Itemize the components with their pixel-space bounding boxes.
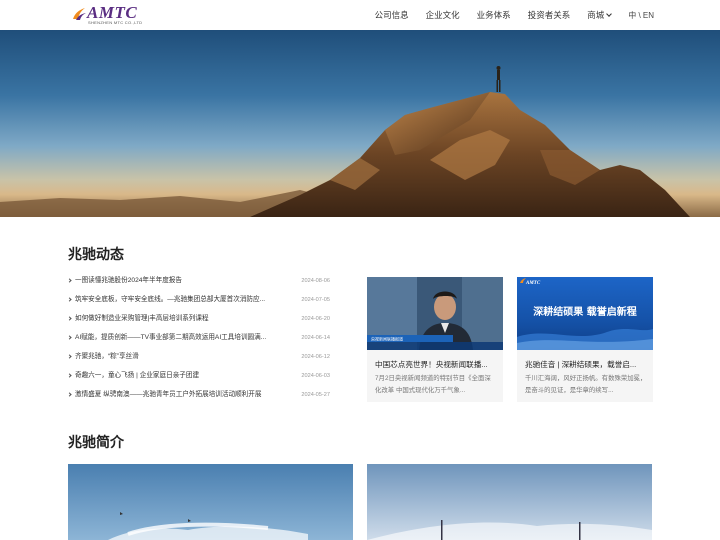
news-date: 2024-06-20 bbox=[301, 316, 330, 322]
intro-image-left[interactable] bbox=[68, 464, 353, 540]
intro-image-right[interactable] bbox=[367, 464, 652, 540]
list-item[interactable]: 如何做好制造业采购管理|丰高层培训系列课程 2024-06-20 bbox=[67, 314, 330, 333]
sky-architecture-photo bbox=[367, 464, 652, 540]
logo-flame-icon bbox=[73, 8, 86, 20]
news-title: 齐聚兆驰，“粽”享丝滑 bbox=[75, 353, 139, 360]
news-card-cctv[interactable]: 央视新闻联播报道 中国芯点亮世界！央视新闻联播... 7月2日央视新闻频道的特别… bbox=[367, 277, 503, 402]
chevron-right-icon bbox=[67, 278, 72, 283]
news-card-award[interactable]: AMTC 深耕结硕果 载誉启新程 兆驰佳音 | 深耕结硕果，载誉启... 千川汇… bbox=[517, 277, 653, 402]
chevron-right-icon bbox=[67, 316, 72, 321]
thumb-logo: AMTC bbox=[525, 281, 541, 286]
sky-skywriting-photo bbox=[68, 464, 353, 540]
news-title: 奇趣六一，童心飞扬 | 企业家庭日亲子团建 bbox=[75, 372, 200, 379]
news-card-title: 中国芯点亮世界！央视新闻联播... bbox=[375, 360, 488, 369]
hiker-figure bbox=[497, 70, 500, 80]
list-item[interactable]: AI赋能，提质创新——TV事业部第二期高效运用AI工具培训圆满... 2024-0… bbox=[67, 333, 330, 352]
hero-banner bbox=[0, 30, 720, 217]
nav-mall[interactable]: 商城 bbox=[587, 9, 613, 21]
news-date: 2024-06-12 bbox=[301, 354, 330, 360]
news-list: 一图读懂兆驰股份2024年半年度报告 2024-08-06 筑牢安全底板，守牢安全… bbox=[67, 276, 330, 409]
site-header: AMTC SHENZHEN MTC CO.,LTD 公司信息 企业文化 业务体系… bbox=[0, 0, 720, 30]
nav-investor[interactable]: 投资者关系 bbox=[528, 9, 571, 21]
mountain-summit-image bbox=[0, 66, 690, 217]
news-date: 2024-06-14 bbox=[301, 335, 330, 341]
interview-photo: 央视新闻联播报道 bbox=[367, 277, 503, 350]
chevron-right-icon bbox=[67, 392, 72, 397]
news-card-desc: 千川汇海阔，风好正扬帆。有数殊荣加冕，是奋斗的见证，是华章的续写... bbox=[525, 375, 647, 394]
thumb-headline: 深耕结硕果 载誉启新程 bbox=[533, 305, 636, 318]
language-switch[interactable]: 中 \ EN bbox=[628, 10, 654, 21]
chevron-right-icon bbox=[67, 335, 72, 340]
news-card-thumbnail: 央视新闻联播报道 bbox=[367, 277, 503, 350]
nav-business[interactable]: 业务体系 bbox=[477, 9, 511, 21]
list-item[interactable]: 筑牢安全底板，守牢安全底线。—兆驰集团总部大厦首次消防应... 2024-07-0… bbox=[67, 295, 330, 314]
news-date: 2024-06-03 bbox=[301, 373, 330, 379]
news-date: 2024-05-27 bbox=[301, 392, 330, 398]
chevron-down-icon bbox=[606, 11, 613, 17]
chevron-right-icon bbox=[67, 354, 72, 359]
chevron-right-icon bbox=[67, 373, 72, 378]
company-logo[interactable]: AMTC SHENZHEN MTC CO.,LTD bbox=[70, 3, 160, 26]
list-item[interactable]: 激情盛夏 纵骋南澳——兆驰青年员工户外拓展培训活动顺利开展 2024-05-27 bbox=[67, 390, 330, 409]
list-item[interactable]: 一图读懂兆驰股份2024年半年度报告 2024-08-06 bbox=[67, 276, 330, 295]
logo-subtitle: SHENZHEN MTC CO.,LTD bbox=[88, 20, 143, 25]
main-nav: 公司信息 企业文化 业务体系 投资者关系 商城 中 \ EN bbox=[358, 0, 654, 30]
nav-culture[interactable]: 企业文化 bbox=[426, 9, 460, 21]
news-date: 2024-07-05 bbox=[301, 297, 330, 303]
news-title: AI赋能，提质创新——TV事业部第二期高效运用AI工具培训圆满... bbox=[75, 334, 267, 341]
news-card-title: 兆驰佳音 | 深耕结硕果，载誉启... bbox=[525, 360, 637, 369]
award-banner-graphic: AMTC 深耕结硕果 载誉启新程 bbox=[517, 278, 653, 350]
chevron-right-icon bbox=[67, 297, 72, 302]
news-title: 筑牢安全底板，守牢安全底线。—兆驰集团总部大厦首次消防应... bbox=[75, 296, 266, 303]
intro-section-title: 兆驰简介 bbox=[68, 434, 124, 450]
news-card-thumbnail: AMTC 深耕结硕果 载誉启新程 bbox=[517, 277, 653, 350]
news-date: 2024-08-06 bbox=[301, 278, 330, 284]
news-title: 激情盛夏 纵骋南澳——兆驰青年员工户外拓展培训活动顺利开展 bbox=[75, 391, 262, 398]
news-title: 一图读懂兆驰股份2024年半年度报告 bbox=[75, 277, 182, 284]
nav-mall-label: 商城 bbox=[587, 10, 605, 20]
news-section-title: 兆驰动态 bbox=[68, 246, 124, 262]
nav-company-info[interactable]: 公司信息 bbox=[375, 9, 409, 21]
list-item[interactable]: 奇趣六一，童心飞扬 | 企业家庭日亲子团建 2024-06-03 bbox=[67, 371, 330, 390]
news-card-desc: 7月2日央视新闻频道的特别节目《全面深化改革 中国式现代化万千气象... bbox=[375, 375, 491, 394]
list-item[interactable]: 齐聚兆驰，“粽”享丝滑 2024-06-12 bbox=[67, 352, 330, 371]
news-title: 如何做好制造业采购管理|丰高层培训系列课程 bbox=[75, 315, 209, 322]
thumb-caption: 央视新闻联播报道 bbox=[371, 336, 403, 342]
